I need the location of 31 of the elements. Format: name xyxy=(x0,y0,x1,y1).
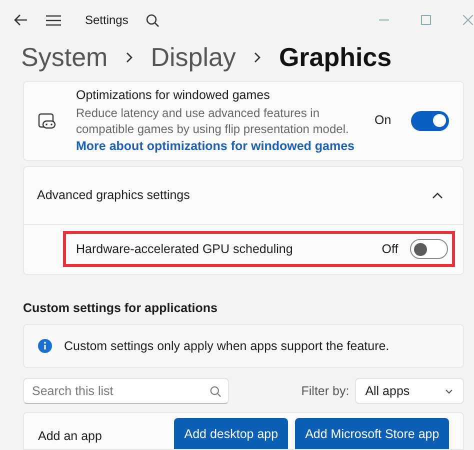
chevron-icon xyxy=(126,52,133,62)
chevron-icon[interactable] xyxy=(432,192,444,198)
info-icon xyxy=(38,339,52,354)
window-title: Settings xyxy=(85,12,128,29)
search-field[interactable]: Search this list xyxy=(23,378,229,404)
toggle-state: On xyxy=(374,112,392,130)
info-message: Custom settings only apply when apps support the feature. xyxy=(64,338,390,355)
breadcrumb-item[interactable]: System xyxy=(21,38,108,76)
breadcrumb-item: Graphics xyxy=(278,40,392,74)
chevron-icon xyxy=(445,388,454,394)
add-app-label: Add an app xyxy=(38,428,103,446)
filter-dropdown[interactable]: All apps xyxy=(355,378,464,404)
back-icon[interactable] xyxy=(14,14,28,26)
toggle-switch[interactable] xyxy=(411,110,450,131)
add-app-button[interactable]: Add Microsoft Store app xyxy=(295,418,450,449)
section-heading: Custom settings for applications xyxy=(23,300,218,317)
game-controller-icon xyxy=(38,112,56,130)
menu-icon[interactable] xyxy=(46,14,61,26)
setting-title: Optimizations for windowed games xyxy=(76,87,271,104)
filter-label: Filter by: xyxy=(301,382,350,400)
setting-label: Hardware-accelerated GPU scheduling xyxy=(76,240,294,258)
toggle-switch[interactable] xyxy=(410,239,448,259)
add-app-button[interactable]: Add desktop app xyxy=(174,418,288,449)
setting-description: Reduce latency and use advanced features in compatible games by using flip presentation model. xyxy=(76,104,350,137)
search-icon xyxy=(210,386,221,398)
search-icon[interactable] xyxy=(146,14,160,26)
toggle-state: Off xyxy=(382,240,398,258)
learn-more-link[interactable]: More about optimizations for windowed games xyxy=(76,136,354,156)
breadcrumb-item[interactable]: Display xyxy=(150,38,236,76)
section-title: Advanced graphics settings xyxy=(37,186,191,204)
chevron-icon xyxy=(254,52,261,62)
